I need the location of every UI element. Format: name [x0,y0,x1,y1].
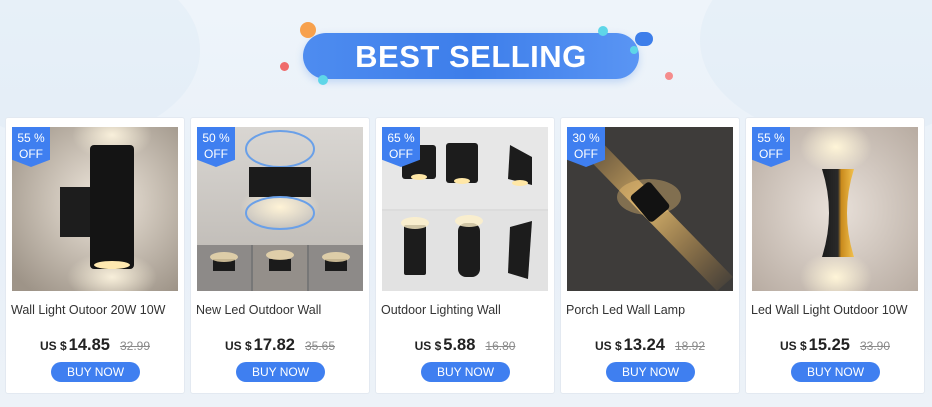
discount-percent: 65 % [387,131,415,145]
product-name[interactable]: New Led Outdoor Wall [196,303,366,317]
price: 15.25 [808,336,850,354]
best-selling-banner: BEST SELLING [300,30,642,82]
currency: US $ [39,339,67,353]
product-card[interactable]: 55 % OFF Led Wall Light Outdoor 10W US $… [746,118,924,393]
discount-off: OFF [389,147,413,161]
buy-now-button[interactable]: BUY NOW [236,362,325,382]
discount-off: OFF [204,147,228,161]
currency: US $ [414,339,442,353]
discount-percent: 55 % [757,131,785,145]
discount-badge: 65 % OFF [382,127,420,167]
currency: US $ [594,339,622,353]
discount-off: OFF [759,147,783,161]
product-name[interactable]: Porch Led Wall Lamp [566,303,736,317]
discount-percent: 30 % [572,131,600,145]
product-card[interactable]: 55 % OFF Wall Light Outoor 20W 10W US $1… [6,118,184,393]
currency: US $ [779,339,807,353]
decor-dot [300,22,316,38]
old-price: 16.80 [485,339,516,353]
discount-badge: 50 % OFF [197,127,235,167]
product-card[interactable]: 50 % OFF New Led Outdoor Wall US $17.82 3… [191,118,369,393]
price: 5.88 [443,336,476,354]
price-row: US $17.82 35.65 [191,336,369,355]
currency: US $ [224,339,252,353]
decor-dot [280,62,289,71]
old-price: 33.90 [859,339,890,353]
price-row: US $5.88 16.80 [376,336,554,355]
discount-off: OFF [574,147,598,161]
banner-title: BEST SELLING [355,39,587,74]
product-card[interactable]: 30 % OFF Porch Led Wall Lamp US $13.24 18… [561,118,739,393]
buy-now-button[interactable]: BUY NOW [606,362,695,382]
old-price: 35.65 [304,339,335,353]
discount-off: OFF [19,147,43,161]
product-name[interactable]: Wall Light Outoor 20W 10W [11,303,181,317]
old-price: 18.92 [674,339,705,353]
decor-dot [665,72,673,80]
price-row: US $13.24 18.92 [561,336,739,355]
price: 13.24 [623,336,665,354]
buy-now-button[interactable]: BUY NOW [791,362,880,382]
discount-badge: 55 % OFF [12,127,50,167]
discount-percent: 55 % [17,131,45,145]
decor-dot [318,75,328,85]
discount-badge: 55 % OFF [752,127,790,167]
price-row: US $15.25 33.90 [746,336,924,355]
product-name[interactable]: Led Wall Light Outdoor 10W [751,303,921,317]
decor-dot [598,26,608,36]
discount-percent: 50 % [202,131,230,145]
decor-dot [635,32,653,46]
buy-now-button[interactable]: BUY NOW [421,362,510,382]
decor-dot [630,46,638,54]
old-price: 32.99 [119,339,150,353]
discount-badge: 30 % OFF [567,127,605,167]
price: 17.82 [253,336,295,354]
price: 14.85 [68,336,110,354]
product-name[interactable]: Outdoor Lighting Wall [381,303,551,317]
buy-now-button[interactable]: BUY NOW [51,362,140,382]
product-card[interactable]: 65 % OFF Outdoor Lighting Wall US $5.88 1… [376,118,554,393]
price-row: US $14.85 32.99 [6,336,184,355]
